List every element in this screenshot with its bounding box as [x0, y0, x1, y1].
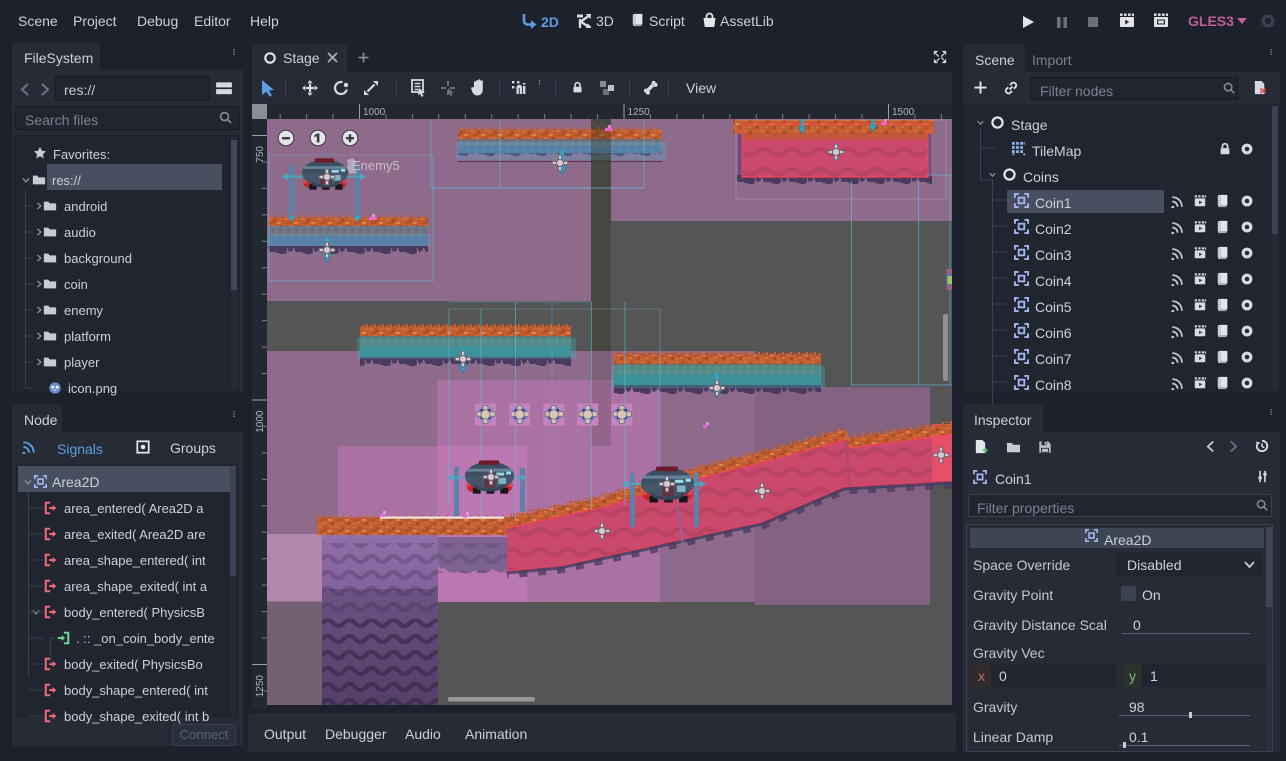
svg-text:1500: 1500 — [892, 107, 915, 118]
svg-text:1250: 1250 — [255, 675, 266, 698]
svg-text:750: 750 — [255, 146, 266, 163]
svg-text:1000: 1000 — [363, 107, 386, 118]
svg-text:1250: 1250 — [628, 107, 651, 118]
svg-text:1000: 1000 — [255, 410, 266, 433]
svg-text:Enemy5: Enemy5 — [352, 158, 400, 173]
